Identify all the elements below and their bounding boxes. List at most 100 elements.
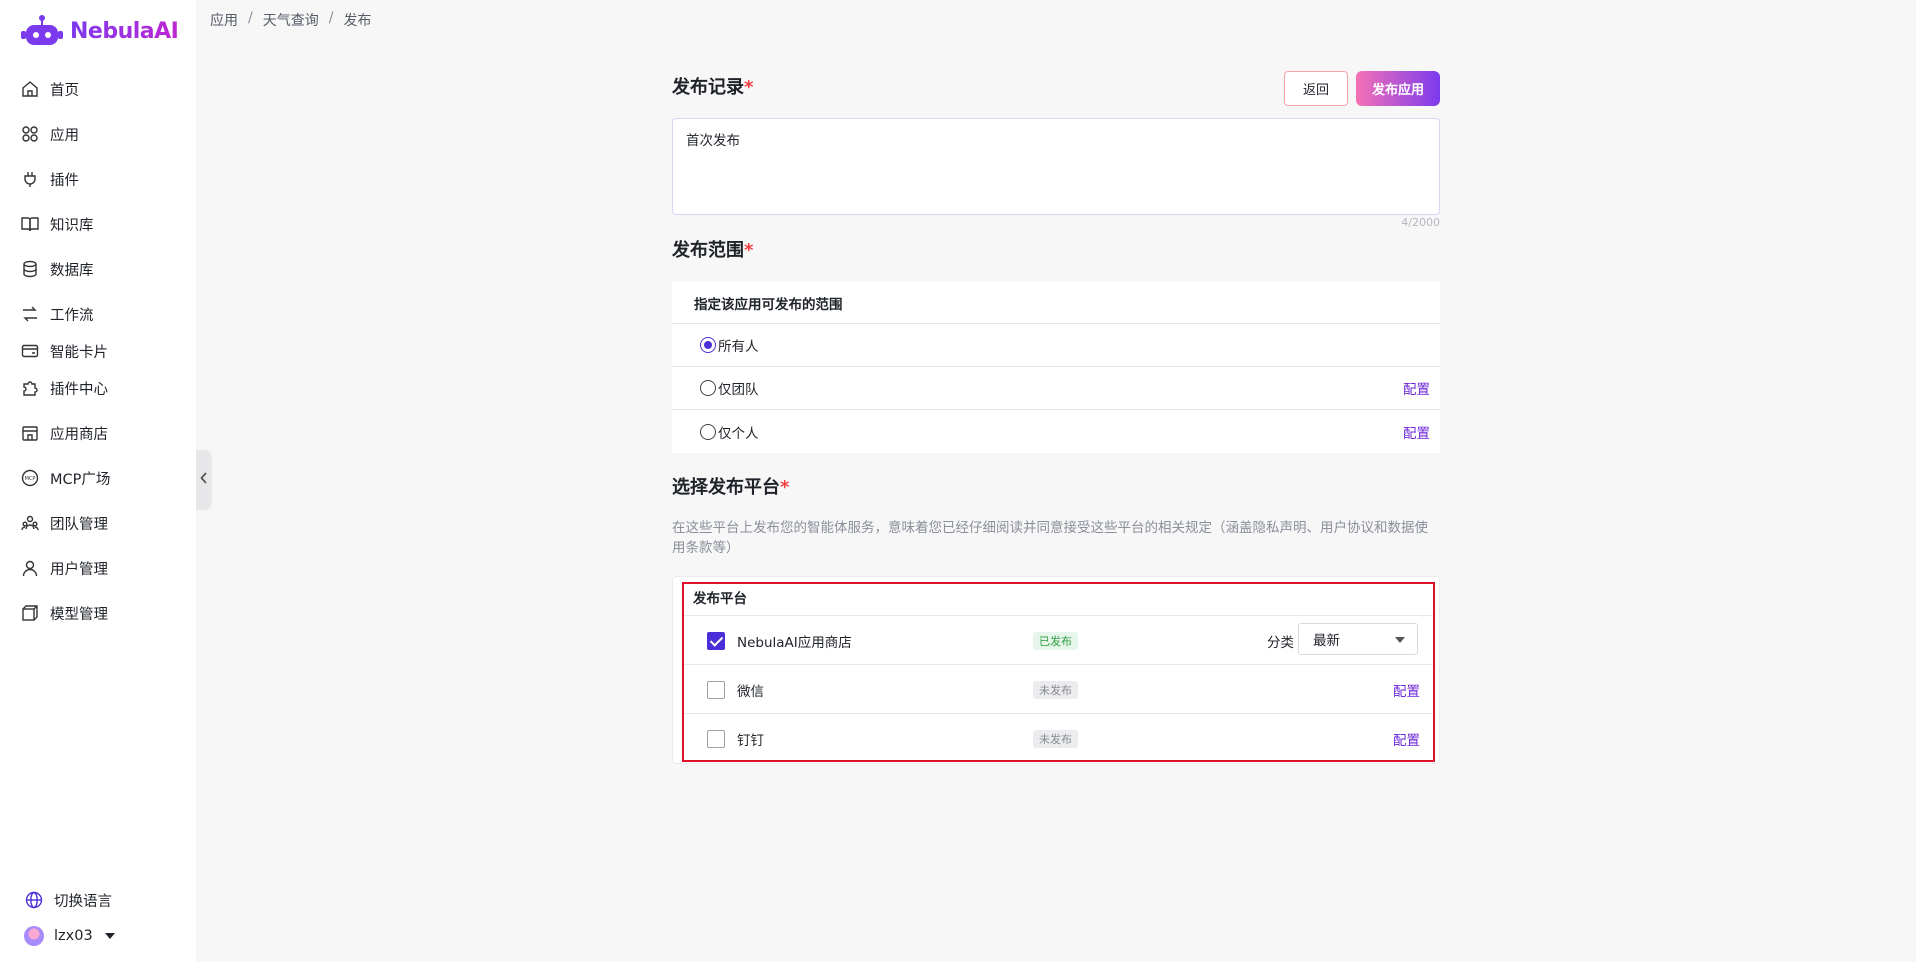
scope-option-personal[interactable]: 仅个人 配置 [672, 410, 1440, 453]
personal-config-link[interactable]: 配置 [1403, 422, 1430, 442]
sidebar-item-label: 模型管理 [50, 606, 108, 623]
status-badge: 未发布 [1033, 730, 1078, 748]
publish-record-textarea[interactable]: 首次发布 [672, 118, 1440, 215]
logo[interactable]: NebulaAI [20, 14, 179, 48]
record-title: 发布记录* [672, 73, 753, 99]
sidebar-item-plugin-center[interactable]: 插件中心 [20, 375, 108, 401]
sidebar-item-plugins[interactable]: 插件 [20, 166, 79, 192]
sidebar-item-label: 智能卡片 [50, 344, 108, 361]
breadcrumb-item-apps[interactable]: 应用 [210, 10, 238, 30]
required-mark: * [744, 77, 754, 98]
scope-option-label: 仅团队 [718, 382, 759, 398]
platform-header: 发布平台 [693, 591, 747, 607]
status-badge: 已发布 [1033, 632, 1078, 650]
home-icon [20, 79, 40, 99]
record-title-text: 发布记录 [672, 77, 744, 98]
sidebar-item-knowledge[interactable]: 知识库 [20, 211, 94, 237]
sidebar-item-label: 用户管理 [50, 561, 108, 578]
sidebar-item-label: 应用 [50, 127, 79, 144]
chevron-down-icon [1395, 637, 1405, 643]
sidebar-item-home[interactable]: 首页 [20, 76, 79, 102]
sidebar-item-label: 知识库 [50, 217, 94, 234]
required-mark: * [744, 240, 754, 261]
user-menu[interactable]: lzx03 [24, 923, 115, 949]
sidebar-item-app-store[interactable]: 应用商店 [20, 420, 108, 446]
store-icon [20, 423, 40, 443]
scope-title: 发布范围* [672, 236, 753, 262]
platform-name: NebulaAI应用商店 [737, 635, 852, 651]
category-select-value: 最新 [1313, 633, 1340, 649]
sidebar-item-mcp[interactable]: MCP MCP广场 [20, 465, 110, 491]
scope-option-label: 仅个人 [718, 425, 759, 442]
apps-icon [20, 124, 40, 144]
scope-table: 指定该应用可发布的范围 所有人 仅团队 配置 仅个人 配置 [672, 282, 1440, 453]
breadcrumb-item-current: 发布 [343, 13, 372, 29]
platform-row-dingtalk: 钉钉 未发布 配置 [683, 713, 1434, 762]
char-counter: 4/2000 [1401, 216, 1440, 229]
puzzle-icon [20, 378, 40, 398]
dingtalk-config-link[interactable]: 配置 [1393, 729, 1420, 749]
workflow-icon [20, 304, 40, 324]
wechat-checkbox[interactable] [707, 681, 725, 699]
card-icon [20, 341, 40, 361]
sidebar: NebulaAI 首页 应用 插件 知识库 数据库 工作流 智能卡片 插件中心 … [0, 0, 196, 962]
scope-option-team[interactable]: 仅团队 配置 [672, 367, 1440, 410]
status-badge: 未发布 [1033, 681, 1078, 699]
radio-personal[interactable] [700, 423, 716, 440]
model-icon [20, 603, 40, 623]
app-name: NebulaAI [70, 18, 179, 44]
platform-title: 选择发布平台* [672, 473, 789, 499]
sidebar-item-users[interactable]: 用户管理 [20, 555, 108, 581]
radio-everyone[interactable] [700, 337, 716, 353]
platform-description: 在这些平台上发布您的智能体服务，意味着您已经仔细阅读并同意接受这些平台的相关规定… [672, 520, 1428, 556]
sidebar-item-smart-card[interactable]: 智能卡片 [20, 338, 108, 364]
sidebar-collapse-button[interactable] [196, 450, 212, 510]
platform-row-store: NebulaAI应用商店 已发布 分类 最新 [683, 615, 1434, 664]
book-icon [20, 214, 40, 234]
sidebar-item-label: 数据库 [50, 262, 94, 279]
sidebar-item-label: MCP广场 [50, 471, 111, 488]
caret-down-icon [104, 933, 115, 939]
breadcrumb-separator: / [248, 10, 253, 26]
sidebar-item-apps[interactable]: 应用 [20, 121, 79, 147]
plug-icon [20, 169, 40, 189]
sidebar-item-label: 插件中心 [50, 381, 108, 398]
sidebar-item-label: 插件 [50, 172, 79, 189]
category-select[interactable]: 最新 [1298, 623, 1418, 655]
team-config-link[interactable]: 配置 [1403, 378, 1430, 398]
sidebar-item-workflow[interactable]: 工作流 [20, 301, 94, 327]
dingtalk-checkbox[interactable] [707, 730, 725, 748]
user-icon [20, 558, 40, 578]
scope-header: 指定该应用可发布的范围 [672, 282, 1440, 324]
svg-text:MCP: MCP [25, 476, 36, 482]
robot-logo-icon [20, 14, 64, 48]
avatar [24, 926, 44, 946]
switch-language-label: 切换语言 [54, 893, 112, 910]
chevron-left-icon [200, 472, 208, 488]
sidebar-item-team[interactable]: 团队管理 [20, 510, 108, 536]
publish-app-button[interactable]: 发布应用 [1356, 71, 1440, 106]
switch-language-button[interactable]: 切换语言 [24, 887, 112, 913]
sidebar-item-label: 工作流 [50, 307, 94, 324]
platform-name: 钉钉 [737, 733, 764, 749]
username: lzx03 [54, 928, 93, 944]
category-label: 分类 [1267, 635, 1294, 651]
platform-table: 发布平台 NebulaAI应用商店 已发布 分类 最新 微信 未发布 配置 钉钉… [672, 576, 1440, 764]
store-checkbox[interactable] [707, 632, 725, 650]
wechat-config-link[interactable]: 配置 [1393, 680, 1420, 700]
scope-option-everyone[interactable]: 所有人 [672, 324, 1440, 367]
database-icon [20, 259, 40, 279]
sidebar-item-models[interactable]: 模型管理 [20, 600, 108, 626]
radio-team[interactable] [700, 380, 716, 396]
platform-title-text: 选择发布平台 [672, 477, 780, 498]
platform-name: 微信 [737, 684, 764, 700]
required-mark: * [780, 477, 790, 498]
sidebar-item-label: 应用商店 [50, 426, 108, 443]
team-icon [20, 513, 40, 533]
breadcrumb-item-app[interactable]: 天气查询 [263, 10, 319, 30]
breadcrumb-separator: / [328, 10, 334, 26]
back-button[interactable]: 返回 [1284, 71, 1348, 106]
scope-option-label: 所有人 [718, 339, 759, 355]
sidebar-item-database[interactable]: 数据库 [20, 256, 94, 282]
globe-icon [24, 890, 44, 910]
